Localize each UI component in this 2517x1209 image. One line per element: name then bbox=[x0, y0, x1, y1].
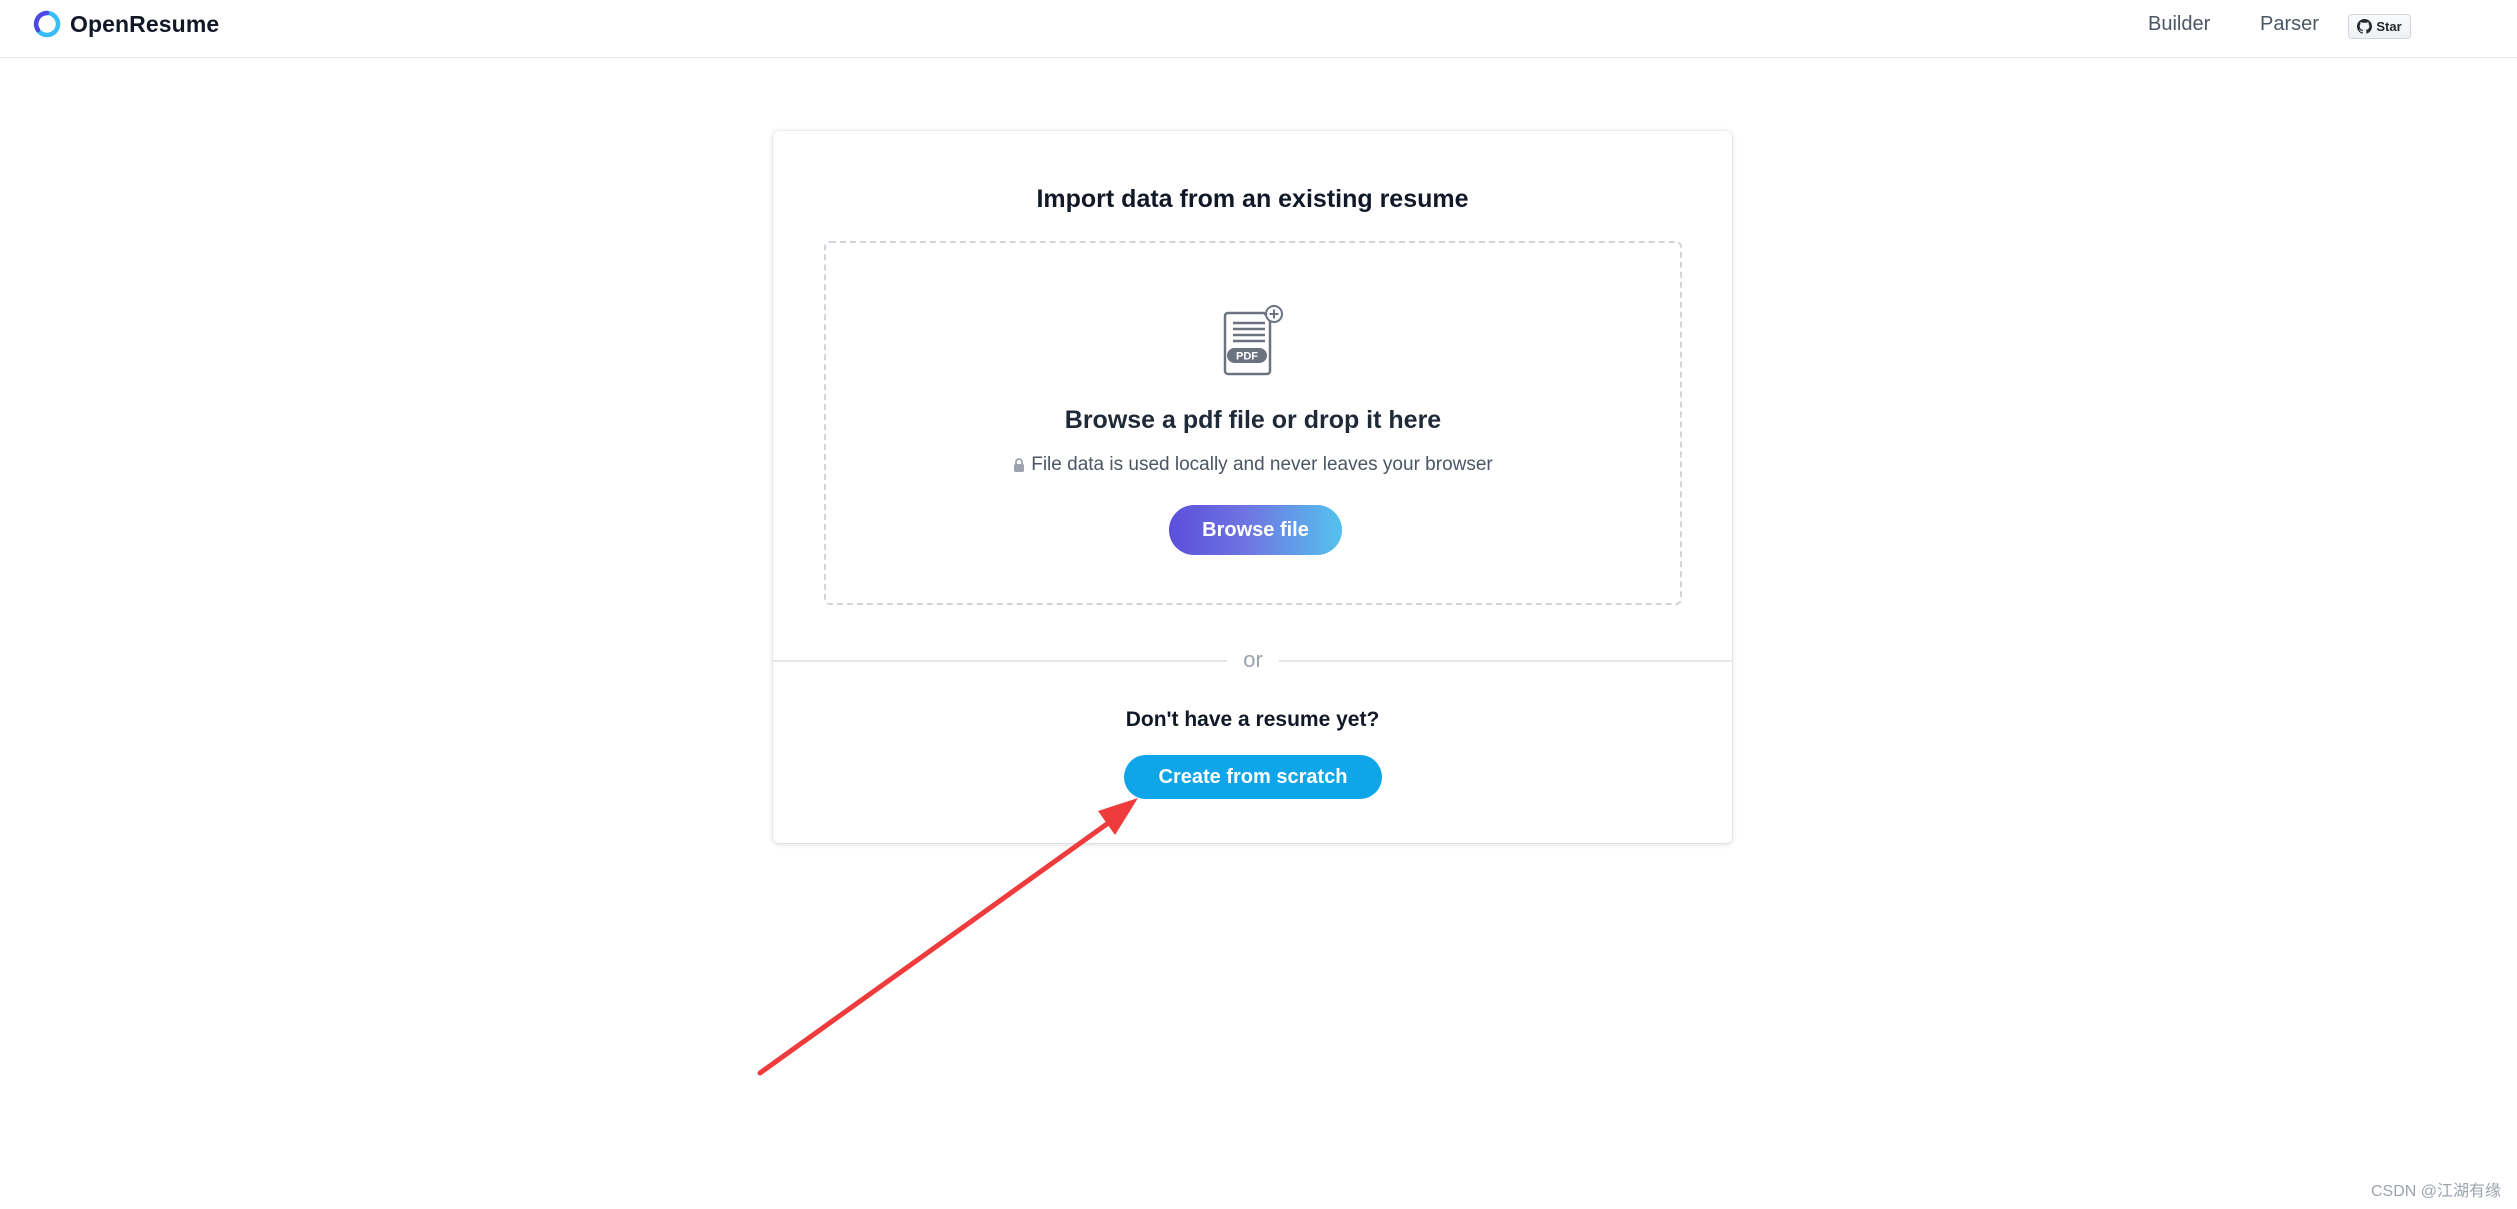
create-from-scratch-button[interactable]: Create from scratch bbox=[1124, 755, 1382, 799]
csdn-watermark: CSDN @江湖有缘 bbox=[2370, 1183, 2501, 1200]
card-title: Import data from an existing resume bbox=[1036, 185, 1469, 213]
github-icon bbox=[2357, 19, 2373, 34]
or-divider-label: or bbox=[1227, 645, 1279, 675]
import-resume-card: Import data from an existing resume PDF … bbox=[773, 131, 1732, 843]
nav-builder-link[interactable]: Builder bbox=[2148, 10, 2210, 38]
lock-icon bbox=[1014, 458, 1025, 472]
brand-name: OpenResume bbox=[70, 10, 220, 37]
pdf-file-plus-icon: PDF bbox=[1223, 305, 1283, 376]
privacy-note: File data is used locally and never leav… bbox=[826, 454, 1680, 476]
pdf-icon-label: PDF bbox=[1236, 351, 1258, 363]
no-resume-prompt: Don't have a resume yet? bbox=[1125, 708, 1380, 731]
nav-parser-link[interactable]: Parser bbox=[2260, 10, 2319, 38]
dropzone-title: Browse a pdf file or drop it here bbox=[1064, 406, 1442, 434]
brand-home-link[interactable]: OpenResume bbox=[32, 6, 219, 42]
github-star-button[interactable]: Star bbox=[2348, 14, 2411, 39]
privacy-note-text: File data is used locally and never leav… bbox=[1031, 454, 1493, 475]
top-navbar: OpenResume Builder Parser Star bbox=[0, 0, 2517, 58]
openresume-logo-icon bbox=[33, 10, 61, 38]
github-star-label: Star bbox=[2376, 19, 2402, 34]
pdf-dropzone[interactable]: PDF Browse a pdf file or drop it here Fi… bbox=[824, 241, 1682, 605]
browse-file-button[interactable]: Browse file bbox=[1169, 505, 1342, 555]
